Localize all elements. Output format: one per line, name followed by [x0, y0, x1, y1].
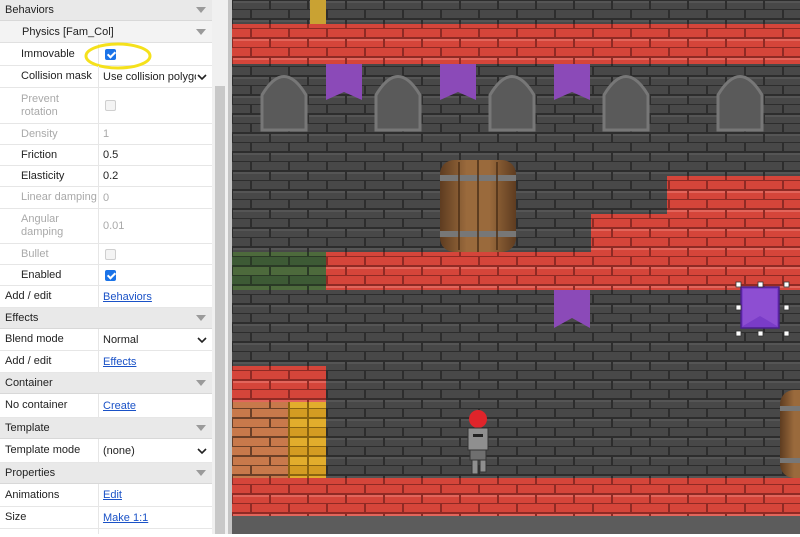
- selection-handle[interactable]: [783, 330, 790, 337]
- template-mode-label: Template mode: [5, 444, 81, 456]
- chevron-down-icon: [197, 73, 207, 80]
- bullet-checkbox[interactable]: [105, 248, 116, 260]
- row-angular-damping: Angular damping 0.01: [0, 209, 212, 244]
- section-effects[interactable]: Effects: [0, 308, 212, 329]
- scrollbar-thumb[interactable]: [215, 86, 225, 534]
- red-brick-step-upper: [667, 176, 800, 216]
- friction-input[interactable]: 0.5: [98, 145, 212, 165]
- enabled-label: Enabled: [21, 268, 62, 281]
- physics-behavior-header[interactable]: Physics [Fam_Col]: [0, 21, 212, 43]
- template-mode-value: (none): [103, 444, 135, 457]
- green-brick-block: [232, 252, 326, 290]
- row-animations: Animations Edit: [0, 484, 212, 507]
- section-container-title: Container: [5, 377, 53, 389]
- effects-add-label: Add / edit: [5, 355, 52, 367]
- row-size: Size Make 1:1: [0, 507, 212, 529]
- yellow-post: [310, 0, 326, 24]
- game-scene[interactable]: [232, 0, 800, 534]
- row-effects-add: Add / edit Effects: [0, 351, 212, 373]
- section-behaviors-title: Behaviors: [5, 4, 54, 16]
- section-container[interactable]: Container: [0, 373, 212, 394]
- section-template[interactable]: Template: [0, 418, 212, 439]
- physics-behavior-title: Physics [Fam_Col]: [22, 26, 114, 38]
- prevent-rotation-checkbox[interactable]: [105, 100, 116, 111]
- floor-ledge: [232, 516, 800, 534]
- no-container-label: No container: [5, 399, 68, 411]
- row-linear-damping: Linear damping 0: [0, 187, 212, 209]
- tan-brick-block: [232, 402, 288, 478]
- blend-mode-select[interactable]: Normal: [103, 329, 212, 350]
- red-brick-floor: [232, 478, 800, 516]
- row-partial: [0, 529, 212, 534]
- barrel[interactable]: [440, 160, 516, 252]
- linear-damping-label: Linear damping: [21, 191, 97, 203]
- density-label: Density: [21, 127, 58, 140]
- collapse-triangle-icon[interactable]: [196, 470, 206, 476]
- create-container-link[interactable]: Create: [103, 400, 136, 412]
- chevron-down-icon: [197, 336, 207, 343]
- section-template-title: Template: [5, 422, 50, 434]
- red-brick-band-top: [232, 24, 800, 64]
- enabled-checkbox[interactable]: [105, 269, 116, 281]
- properties-panel: Behaviors Physics [Fam_Col] Immovable Co…: [0, 0, 212, 534]
- linear-damping-input[interactable]: 0: [98, 187, 212, 208]
- prevent-rotation-label: Prevent rotation: [21, 92, 59, 118]
- behaviors-link[interactable]: Behaviors: [103, 291, 152, 303]
- animations-label: Animations: [5, 488, 60, 501]
- size-label: Size: [5, 511, 27, 523]
- selection-handle[interactable]: [783, 304, 790, 311]
- selection-handle[interactable]: [757, 330, 764, 337]
- collision-mask-select[interactable]: Use collision polygo: [103, 66, 212, 87]
- elasticity-input[interactable]: 0.2: [98, 166, 212, 186]
- collision-mask-value: Use collision polygo: [103, 70, 196, 83]
- collapse-triangle-icon[interactable]: [196, 425, 206, 431]
- panel-scrollbar[interactable]: [212, 0, 228, 534]
- barrel-partial[interactable]: [780, 390, 800, 478]
- section-effects-title: Effects: [5, 312, 39, 324]
- section-properties-title: Properties: [5, 467, 56, 479]
- behaviors-add-label: Add / edit: [5, 290, 52, 302]
- selection-handle[interactable]: [783, 281, 790, 288]
- angular-damping-input[interactable]: 0.01: [98, 209, 212, 243]
- selection-handle[interactable]: [757, 281, 764, 288]
- collapse-triangle-icon[interactable]: [196, 29, 206, 35]
- selection-handle[interactable]: [735, 304, 742, 311]
- density-input[interactable]: 1: [98, 124, 212, 144]
- red-brick-block-left: [232, 366, 326, 402]
- red-brick-band-middle: [326, 252, 800, 290]
- make-1-1-link[interactable]: Make 1:1: [103, 512, 148, 524]
- selection-handle[interactable]: [735, 330, 742, 337]
- row-friction: Friction 0.5: [0, 145, 212, 166]
- selection-handle[interactable]: [735, 281, 742, 288]
- animations-edit-link[interactable]: Edit: [103, 489, 122, 501]
- friction-label: Friction: [21, 148, 58, 161]
- blend-mode-label: Blend mode: [5, 333, 64, 345]
- row-enabled: Enabled: [0, 265, 212, 286]
- section-behaviors[interactable]: Behaviors: [0, 0, 212, 21]
- row-collision-mask: Collision mask Use collision polygo: [0, 66, 212, 88]
- row-template-mode: Template mode (none): [0, 439, 212, 463]
- effects-link[interactable]: Effects: [103, 356, 136, 368]
- row-container: No container Create: [0, 394, 212, 418]
- collapse-triangle-icon[interactable]: [196, 380, 206, 386]
- row-behaviors-add: Add / edit Behaviors: [0, 286, 212, 308]
- row-blend-mode: Blend mode Normal: [0, 329, 212, 351]
- collapse-triangle-icon[interactable]: [196, 315, 206, 321]
- row-prevent-rotation: Prevent rotation: [0, 88, 212, 124]
- collision-mask-label: Collision mask: [21, 70, 92, 82]
- row-density: Density 1: [0, 124, 212, 145]
- blend-mode-value: Normal: [103, 333, 139, 346]
- angular-damping-label: Angular damping: [21, 213, 64, 238]
- template-mode-select[interactable]: (none): [103, 439, 212, 462]
- elasticity-label: Elasticity: [21, 169, 65, 182]
- chevron-down-icon: [197, 447, 207, 454]
- bullet-label: Bullet: [21, 247, 49, 260]
- collapse-triangle-icon[interactable]: [196, 7, 206, 13]
- row-elasticity: Elasticity 0.2: [0, 166, 212, 187]
- yellow-brick-block: [288, 402, 326, 478]
- row-bullet: Bullet: [0, 244, 212, 265]
- section-properties[interactable]: Properties: [0, 463, 212, 484]
- red-brick-step-lower: [591, 214, 800, 254]
- layout-canvas[interactable]: [232, 0, 800, 534]
